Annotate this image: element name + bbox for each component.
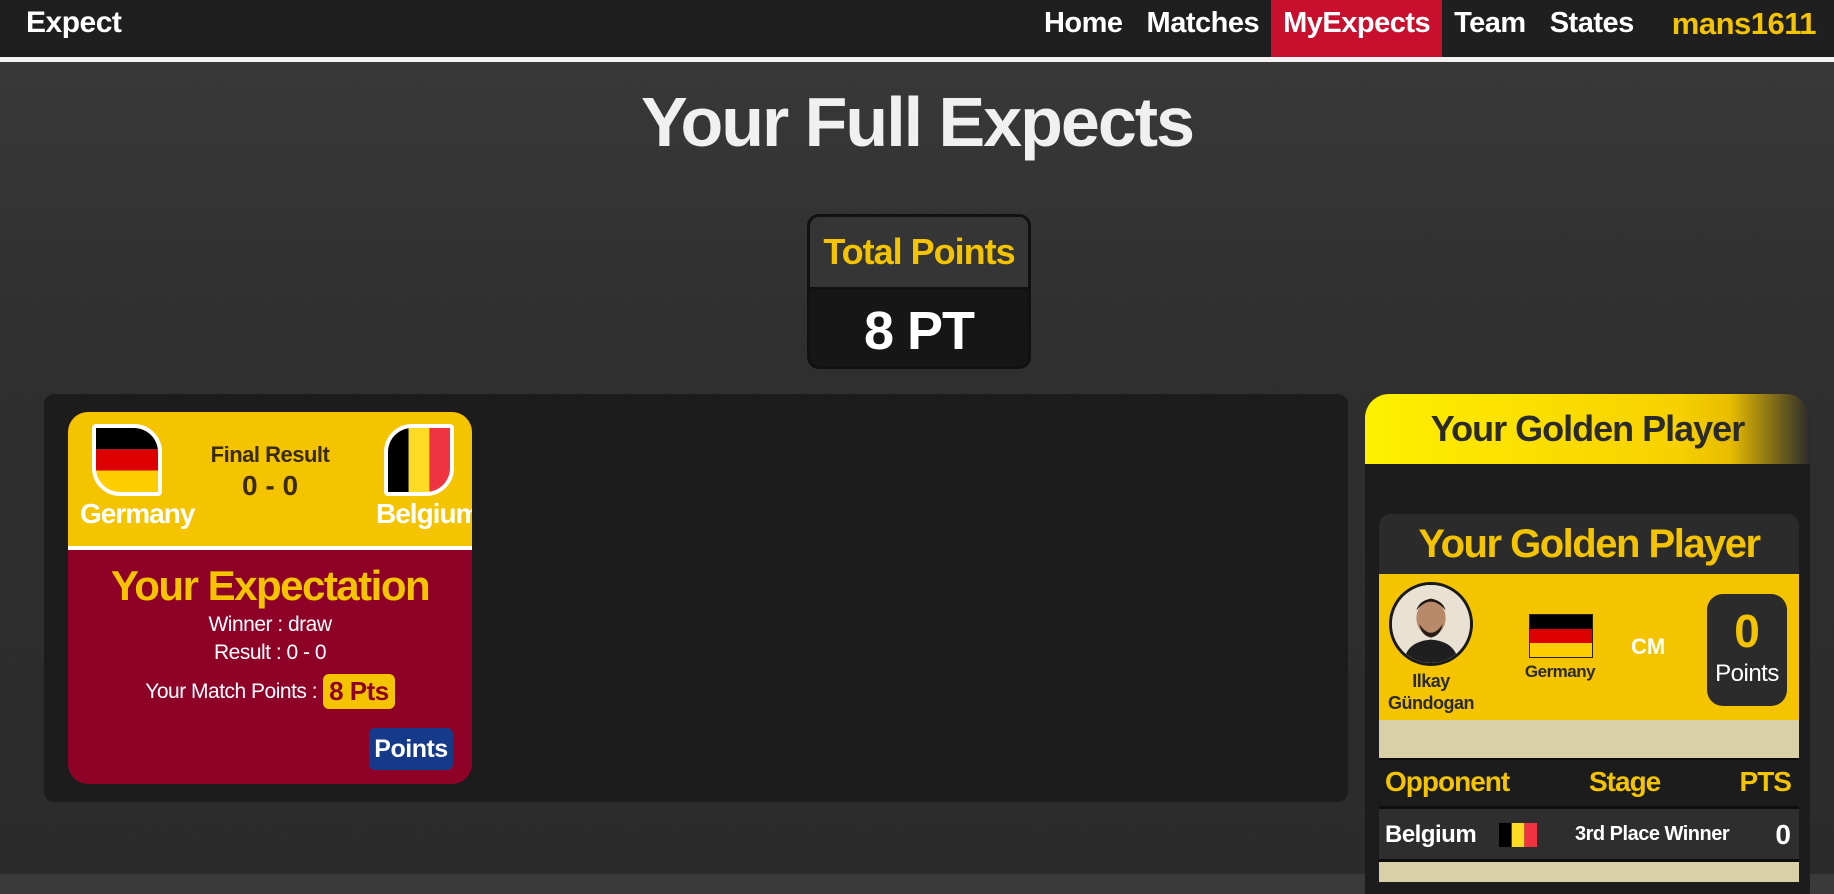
match-points-label: Your Match Points : [145, 679, 318, 703]
player-position: CM [1631, 634, 1666, 659]
row-opponent: Belgium [1385, 821, 1477, 848]
nav-myexpects[interactable]: MyExpects [1271, 0, 1443, 57]
germany-flag-icon [92, 424, 162, 496]
total-points-value: 8 PT [863, 301, 975, 361]
match-points-badge: 8 Pts [323, 674, 395, 709]
player-points-box: 0 Points [1707, 594, 1787, 706]
page-title: Your Full Expects [640, 83, 1195, 161]
nav-links: Home Matches MyExpects Team States mans1… [1032, 0, 1834, 57]
golden-player-info: Ilkay Gündogan Germany CM 0 Points [1379, 574, 1799, 720]
player-country: Germany [1524, 662, 1596, 681]
match-card: Germany Final Result 0 - 0 Belgium Your … [68, 412, 472, 784]
header-pts: PTS [1739, 766, 1792, 797]
top-navbar: Expect Home Matches MyExpects Team State… [0, 0, 1834, 62]
header-stage: Stage [1589, 766, 1661, 797]
germany-flag-icon [1529, 614, 1593, 658]
player-points-value: 0 [1734, 605, 1760, 657]
nav-matches[interactable]: Matches [1135, 0, 1272, 57]
matches-panel: Germany Final Result 0 - 0 Belgium Your … [44, 394, 1348, 802]
golden-table-header: Opponent Stage PTS [1379, 758, 1799, 806]
player-name: Ilkay Gündogan [1379, 670, 1483, 714]
row-stage: 3rd Place Winner [1575, 823, 1730, 845]
nav-team[interactable]: Team [1442, 0, 1538, 57]
nav-states[interactable]: States [1538, 0, 1646, 57]
final-score: 0 - 0 [241, 470, 299, 501]
divider [1379, 862, 1799, 882]
belgium-flag-icon [1499, 823, 1537, 847]
divider [1379, 720, 1799, 758]
expected-result: Result : 0 - 0 [213, 641, 327, 664]
player-points-label: Points [1715, 660, 1779, 687]
nav-home[interactable]: Home [1032, 0, 1135, 57]
points-button[interactable]: Points [369, 728, 453, 770]
golden-player-panel: Your Golden Player Your Golden Player Il… [1365, 394, 1810, 894]
player-first-name: Ilkay [1412, 671, 1450, 691]
nav-username[interactable]: mans1611 [1646, 0, 1834, 57]
total-points-label: Total Points [810, 217, 1028, 290]
brand-logo-text[interactable]: Expect [26, 6, 122, 40]
home-team-name: Germany [80, 498, 195, 529]
golden-player-card-title: Your Golden Player [1379, 514, 1799, 574]
final-result-label: Final Result [210, 442, 330, 467]
expected-winner: Winner : draw [208, 613, 332, 636]
golden-player-card: Your Golden Player Ilkay Gündogan German… [1379, 514, 1799, 894]
player-avatar [1389, 582, 1473, 666]
golden-player-panel-title: Your Golden Player [1365, 394, 1810, 464]
table-row: Belgium 3rd Place Winner 0 [1379, 806, 1799, 862]
total-points-box: Total Points 8 PT [807, 214, 1031, 369]
match-points-row: Your Match Points : 8 Pts [68, 674, 472, 709]
match-card-header: Germany Final Result 0 - 0 Belgium [68, 412, 472, 550]
belgium-flag-icon [384, 424, 454, 496]
player-last-name: Gündogan [1388, 693, 1474, 713]
away-team-name: Belgium [376, 498, 472, 529]
expectation-title: Your Expectation [110, 562, 431, 609]
header-opponent: Opponent [1385, 766, 1510, 797]
row-pts: 0 [1775, 819, 1791, 850]
